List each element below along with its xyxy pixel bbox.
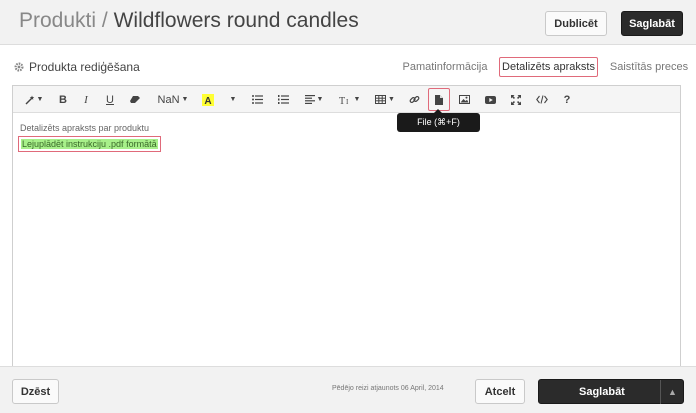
code-view-icon[interactable]	[534, 90, 550, 109]
last-updated-text: Pēdējo reizi atjaunots 06 April, 2014	[332, 385, 444, 392]
header-save-button[interactable]: Saglabāt	[621, 11, 683, 36]
magic-wand-icon[interactable]: ▼	[24, 90, 44, 109]
help-icon[interactable]: ?	[561, 90, 573, 109]
color-dropdown-icon[interactable]: ▼	[227, 90, 237, 109]
page-title: Produkti / Wildflowers round candles	[19, 9, 359, 33]
link-icon[interactable]	[407, 90, 421, 109]
table-icon	[375, 95, 387, 104]
header: Produkti / Wildflowers round candles Dub…	[0, 0, 696, 44]
gear-icon	[14, 62, 24, 72]
align-dropdown[interactable]: ▼	[302, 90, 326, 109]
highlight-color-icon[interactable]: A	[201, 90, 215, 109]
cancel-button[interactable]: Atcelt	[475, 379, 525, 404]
align-icon	[304, 95, 315, 104]
footer: Dzēst Pēdējo reizi atjaunots 06 April, 2…	[0, 366, 696, 413]
delete-button[interactable]: Dzēst	[12, 379, 59, 404]
page: Produkti / Wildflowers round candles Dub…	[0, 0, 696, 413]
pdf-instructions-link-text: Lejuplādēt instrukciju .pdf formātā	[21, 139, 158, 149]
chevron-up-icon: ▲	[668, 387, 677, 397]
svg-text:T: T	[339, 96, 345, 105]
svg-text:A: A	[204, 96, 211, 106]
tab-basic-info[interactable]: Pamatinformācija	[402, 57, 488, 77]
tab-detailed-description[interactable]: Detalizēts apraksts	[499, 57, 598, 77]
pdf-instructions-link[interactable]: Lejuplādēt instrukciju .pdf formātā	[18, 136, 161, 152]
bold-icon[interactable]: B	[57, 90, 69, 109]
image-icon[interactable]	[457, 90, 471, 109]
file-icon[interactable]	[428, 88, 450, 111]
product-name: Wildflowers round candles	[113, 9, 359, 32]
panel-title-text: Produkta rediģēšana	[29, 60, 140, 74]
unordered-list-icon[interactable]	[250, 90, 264, 109]
text-height-icon: TI	[339, 96, 349, 105]
underline-icon[interactable]: U	[104, 90, 116, 109]
editor-content-label: Detalizēts apraksts par produktu	[20, 123, 150, 133]
tab-related-products[interactable]: Saistītās preces	[609, 57, 689, 77]
video-icon[interactable]	[483, 90, 497, 109]
font-size-value: NaN	[157, 93, 180, 106]
duplicate-button[interactable]: Dublicēt	[545, 11, 607, 36]
font-size-dropdown[interactable]: NaN ▼	[156, 90, 190, 109]
breadcrumb-products[interactable]: Produkti	[19, 9, 96, 32]
rich-text-editor: ▼ B I U NaN ▼ A ▼ ▼ T I ▼ ▼ ? Detalizēts…	[12, 85, 681, 400]
text-height-dropdown[interactable]: T I ▼	[337, 90, 362, 109]
panel-title: Produkta rediģēšana	[14, 60, 140, 74]
editor-toolbar: ▼ B I U NaN ▼ A ▼ ▼ T I ▼ ▼ ?	[13, 86, 680, 113]
fullscreen-icon[interactable]	[509, 90, 523, 109]
table-dropdown[interactable]: ▼	[373, 90, 397, 109]
breadcrumb-separator: /	[101, 9, 108, 32]
svg-text:I: I	[346, 98, 349, 105]
file-tooltip: File (⌘+F)	[397, 109, 480, 132]
product-edit-panel: Produkta rediģēšana Pamatinformācija Det…	[0, 44, 696, 400]
italic-icon[interactable]: I	[81, 90, 91, 109]
ordered-list-icon[interactable]	[276, 90, 290, 109]
eraser-icon[interactable]	[128, 90, 142, 109]
save-options-dropdown[interactable]: ▲	[660, 380, 684, 404]
